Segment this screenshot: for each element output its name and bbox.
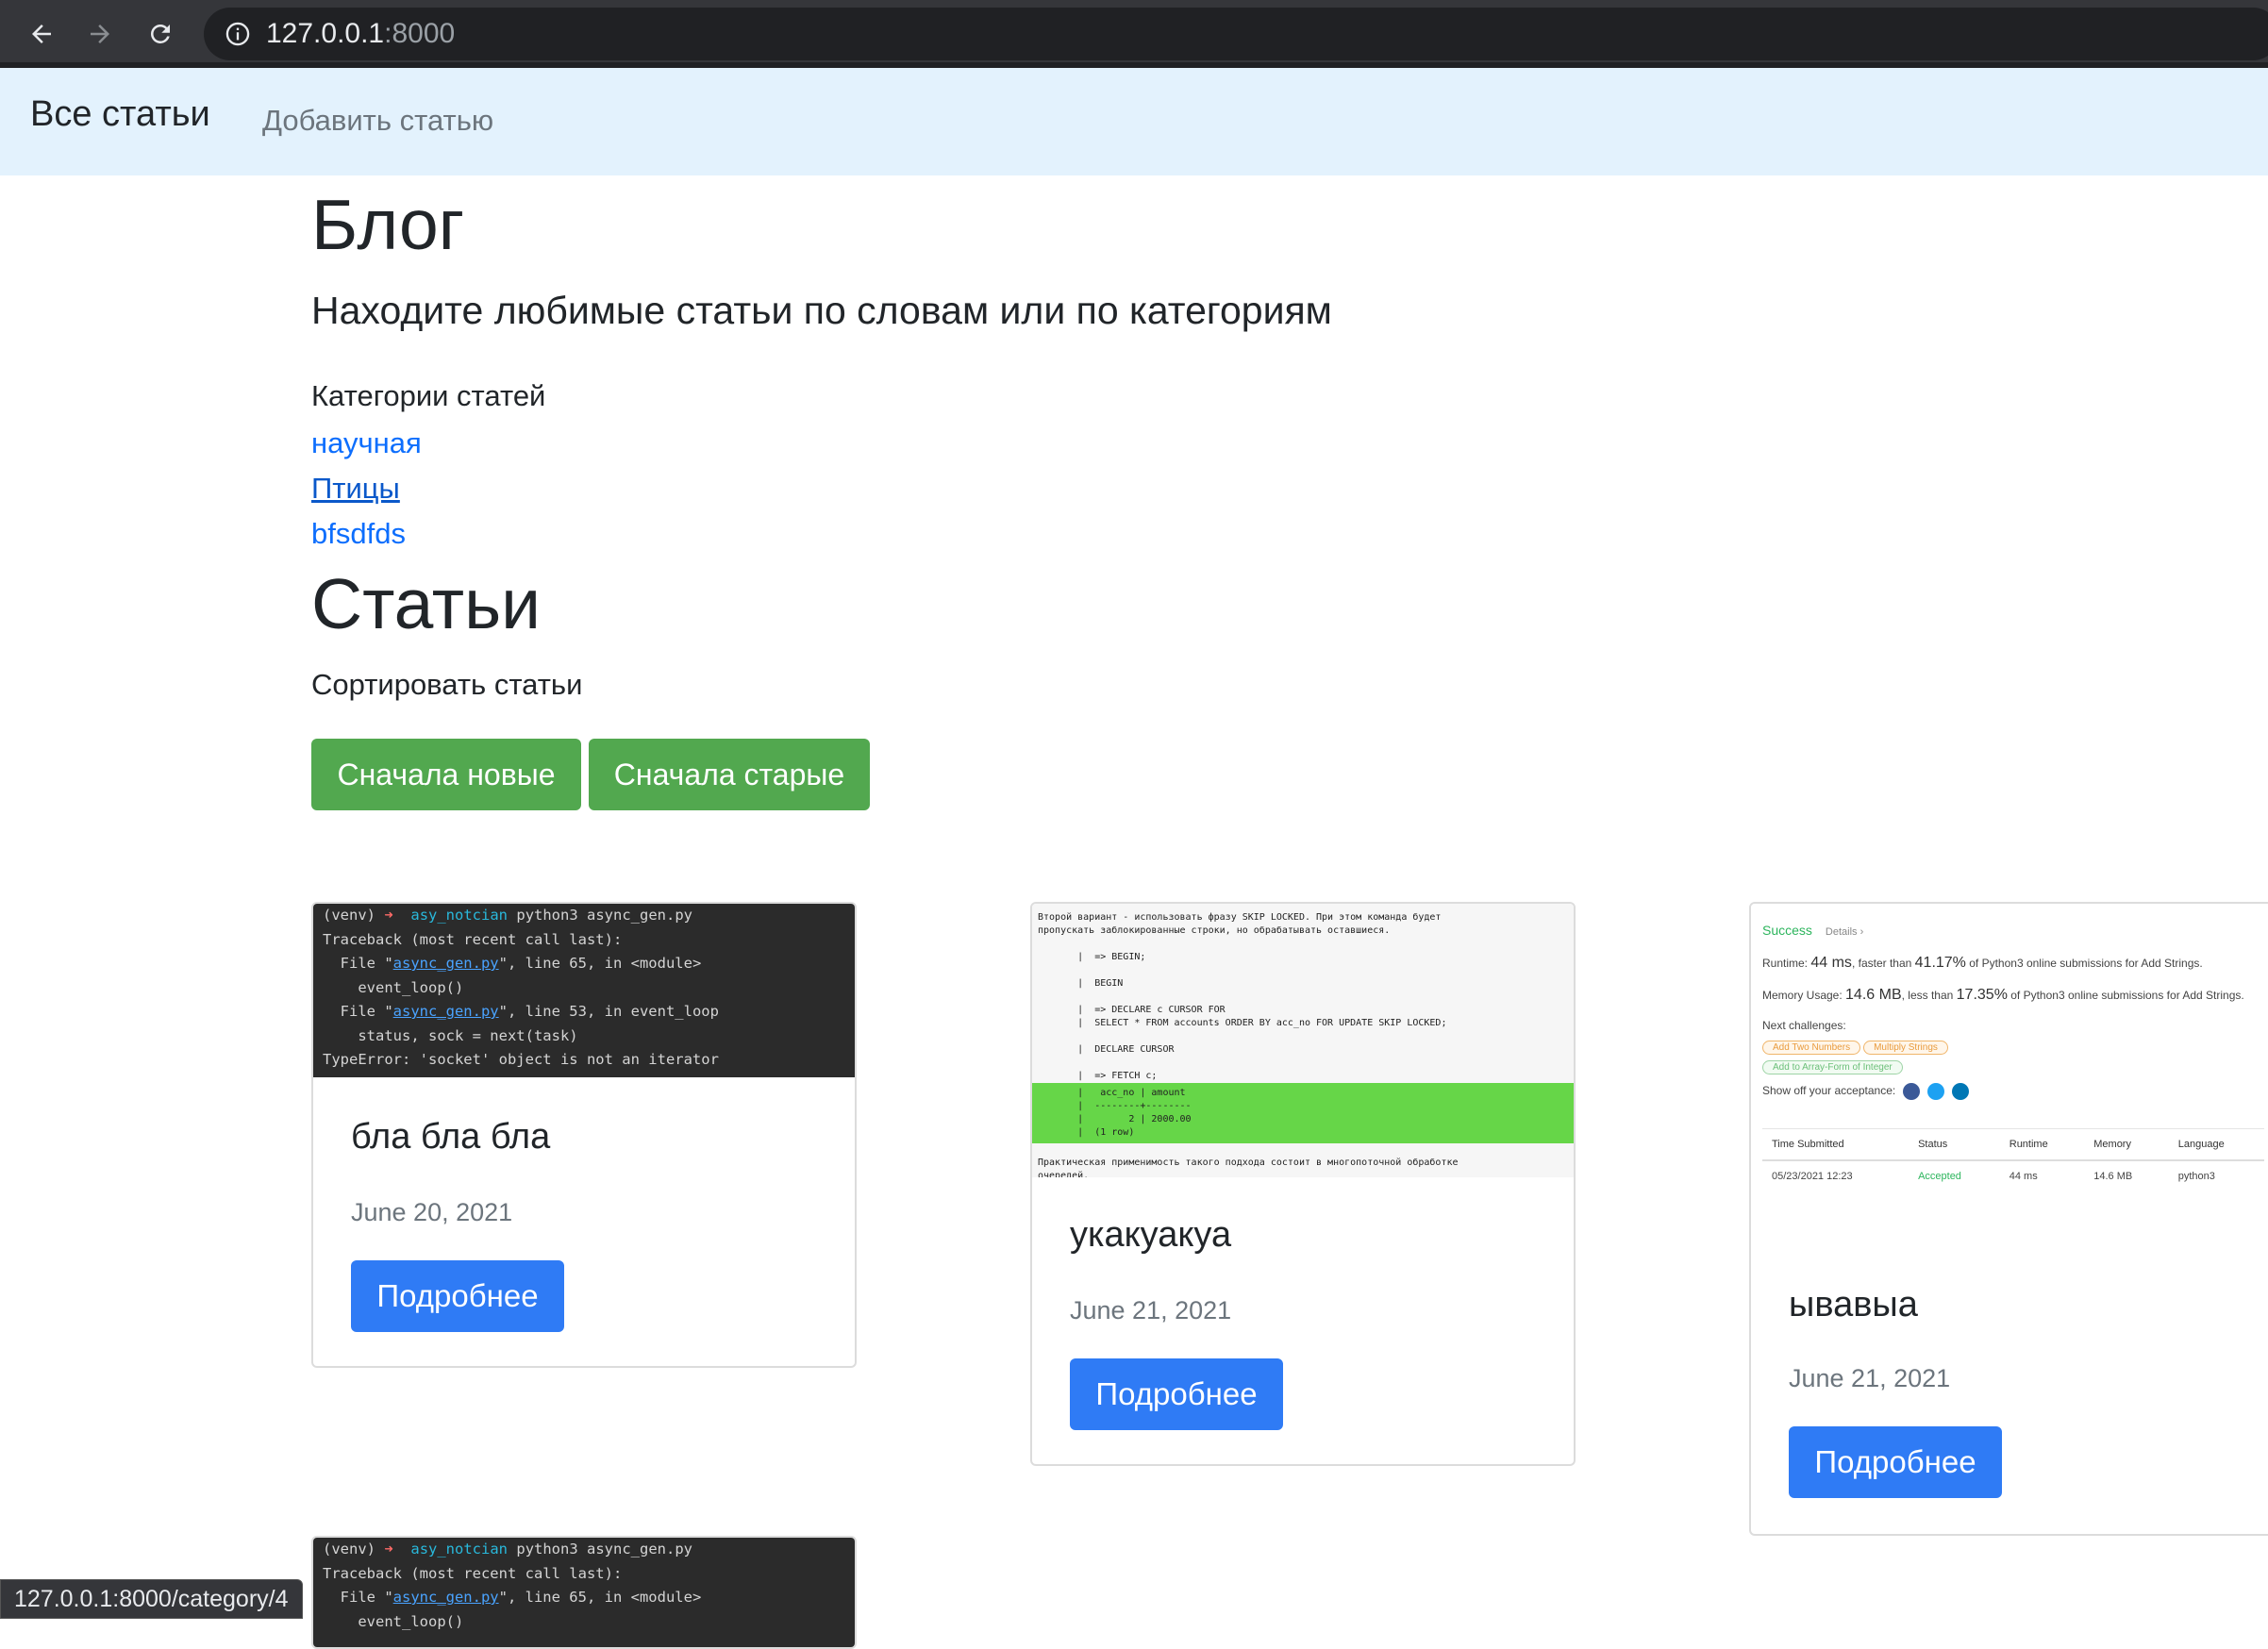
lc-tag: Add Two Numbers [1762,1041,1861,1055]
terminal-line: Traceback (most recent call last): [323,930,623,948]
article-title: бла бла бла [351,1117,551,1157]
terminal-line: status, sock = next(task) [323,1026,578,1044]
terminal-text: File " [323,1589,393,1606]
navbar-link-add-article[interactable]: Добавить статью [262,104,493,138]
articles-heading: Статьи [311,564,542,643]
sort-newest-button[interactable]: Сначала новые [311,739,581,810]
lc-success: Success [1762,923,1812,938]
lc-text: , faster than [1851,957,1915,970]
link-status-bar: 127.0.0.1:8000/category/4 [0,1579,303,1619]
linkedin-icon [1952,1083,1970,1100]
lc-memory-pct: 17.35% [1956,987,2008,1003]
category-link[interactable]: Птицы [311,472,400,506]
back-arrow-icon [32,25,51,43]
lc-text: , less than [1901,989,1957,1002]
article-card: (venv) ➜ asy_notcian python3 async_gen.p… [311,1536,857,1649]
lc-cell: 05/23/2021 12:23 [1762,1159,1909,1191]
lc-text: of Python3 online submissions for Add St… [1965,957,2203,970]
article-title: ывавыа [1789,1285,1918,1324]
lc-runtime: 44 ms [1810,955,1852,971]
facebook-icon [1903,1083,1921,1100]
article-image-terminal: (venv) ➜ asy_notcian python3 async_gen.p… [313,1538,855,1647]
twitter-icon [1927,1083,1945,1100]
terminal-command: python3 async_gen.py [516,907,692,924]
terminal-file-link: async_gen.py [392,955,499,972]
site-info-icon[interactable] [225,21,251,47]
read-more-button[interactable]: Подробнее [351,1260,564,1332]
sql-text: | => BEGIN; | BEGIN | => DECLARE c CURSO… [1077,952,1447,1081]
read-more-button[interactable]: Подробнее [1070,1358,1283,1430]
article-card: Второй вариант - использовать фразу SKIP… [1030,902,1576,1466]
url-port: :8000 [384,18,456,49]
lc-memory: 14.6 MB [1845,987,1902,1003]
url-host: 127.0.0.1 [266,18,385,49]
terminal-line: event_loop() [323,978,464,996]
sql-text: Практическая применимость такого подхода… [1038,1158,1459,1177]
categories-heading: Категории статей [311,379,546,412]
lc-col: Language [2168,1128,2264,1161]
terminal-text: File " [323,1003,393,1020]
page-title: Блог [311,185,465,264]
lc-tag: Add to Array-Form of Integer [1762,1060,1903,1074]
category-link[interactable]: bfsdfds [311,517,406,551]
lc-col: Time Submitted [1762,1128,1909,1161]
article-date: June 21, 2021 [1070,1296,1232,1324]
terminal-text: File " [323,955,393,972]
lc-text: Show off your acceptance: [1762,1084,1896,1098]
lc-tag: Multiply Strings [1863,1041,1948,1055]
terminal-dir: asy_notcian [410,1541,509,1557]
terminal-text: ", line 65, in <module> [498,955,702,972]
article-image-terminal: (venv) ➜ asy_notcian python3 async_gen.p… [313,904,855,1077]
back-button[interactable] [21,13,62,55]
sort-heading: Сортировать статьи [311,668,583,701]
navbar-brand-all-articles[interactable]: Все статьи [30,94,210,135]
lc-cell: 14.6 MB [2084,1159,2169,1191]
forward-button[interactable] [79,13,121,55]
read-more-button[interactable]: Подробнее [1789,1426,2002,1498]
lc-cell: 44 ms [1999,1159,2085,1191]
lc-details: Details › [1825,926,1864,938]
terminal-file-link: async_gen.py [392,1589,499,1606]
lc-next: Next challenges: [1762,1019,1846,1032]
lc-col: Memory [2084,1128,2169,1161]
terminal-text: ", line 65, in <module> [498,1589,702,1606]
reload-button[interactable] [140,13,181,55]
article-date: June 21, 2021 [1789,1364,1951,1392]
lc-text: of Python3 online submissions for Add St… [2007,989,2244,1002]
reload-icon [151,25,170,43]
lc-text: Memory Usage: [1762,989,1846,1002]
terminal-text: ", line 53, in event_loop [498,1003,719,1020]
page-lead: Находите любимые статьи по словам или по… [311,289,1332,332]
sort-oldest-button[interactable]: Сначала старые [589,739,870,810]
category-link[interactable]: научная [311,426,422,460]
lc-text: Runtime: [1762,957,1811,970]
lc-runtime-pct: 41.17% [1914,955,1966,971]
terminal-file-link: async_gen.py [392,1003,499,1020]
article-title: укакуакуа [1070,1215,1232,1255]
terminal-line: Traceback (most recent call last): [323,1564,623,1582]
terminal-line: TypeError: 'socket' object is not an ite… [323,1051,719,1068]
sql-result-highlight: | acc_no | amount | --------+-------- | … [1032,1083,1574,1143]
terminal-line: event_loop() [323,1612,464,1630]
article-image-leetcode: Success Details › Runtime: 44 ms, faster … [1751,904,2268,1245]
lc-cell: Accepted [1909,1159,2000,1191]
article-card: Success Details › Runtime: 44 ms, faster … [1749,902,2268,1536]
lc-cell: python3 [2168,1159,2264,1191]
address-bar[interactable]: 127.0.0.1:8000 [204,8,2268,60]
sql-text: Второй вариант - использовать фразу SKIP… [1038,912,1442,936]
terminal-command: python3 async_gen.py [516,1541,692,1557]
url-text: 127.0.0.1:8000 [266,18,455,50]
terminal-venv: (venv) [323,1541,375,1557]
terminal-arrow-icon: ➜ [384,907,393,924]
forward-arrow-icon [91,25,109,43]
article-date: June 20, 2021 [351,1198,513,1226]
lc-col: Status [1909,1128,2000,1161]
article-card: (venv) ➜ asy_notcian python3 async_gen.p… [311,902,857,1368]
terminal-venv: (venv) [323,907,375,924]
terminal-dir: asy_notcian [410,907,509,924]
terminal-arrow-icon: ➜ [384,1541,393,1557]
article-image-sql: Второй вариант - использовать фразу SKIP… [1032,904,1574,1177]
lc-col: Runtime [1999,1128,2085,1161]
lc-submissions-table: Time Submitted Status Runtime Memory Lan… [1762,1128,2264,1191]
